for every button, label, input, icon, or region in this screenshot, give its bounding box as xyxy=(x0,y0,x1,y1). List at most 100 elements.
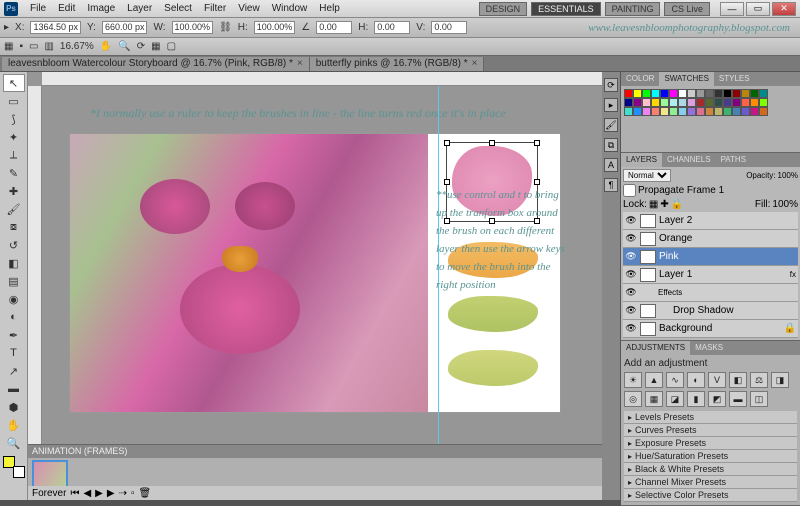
guides-icon[interactable]: ▥ xyxy=(44,41,53,52)
swatch[interactable] xyxy=(633,89,642,98)
swatch[interactable] xyxy=(669,98,678,107)
swatch[interactable] xyxy=(687,89,696,98)
exposure-icon[interactable]: ◐ xyxy=(687,372,705,388)
posterize-icon[interactable]: ▮ xyxy=(687,391,705,407)
tab1-close-icon[interactable]: × xyxy=(297,57,303,71)
swatch[interactable] xyxy=(732,89,741,98)
clone-panel-icon[interactable]: ⧉ xyxy=(604,138,618,152)
swatch[interactable] xyxy=(633,98,642,107)
preset-row[interactable]: Hue/Saturation Presets xyxy=(624,450,797,463)
lock-position-icon[interactable]: ✚ xyxy=(660,199,668,210)
layer-row[interactable]: 👁Background🔒 xyxy=(623,320,798,338)
swatch[interactable] xyxy=(759,98,768,107)
channels-tab[interactable]: CHANNELS xyxy=(662,153,716,167)
swatch[interactable] xyxy=(714,98,723,107)
colorbalance-icon[interactable]: ⚖ xyxy=(750,372,768,388)
crop-tool[interactable]: ⟂ xyxy=(3,146,25,164)
swatch[interactable] xyxy=(624,89,633,98)
next-frame-icon[interactable]: ▶ xyxy=(107,488,115,499)
heal-tool[interactable]: ✚ xyxy=(3,182,25,200)
gradient-tool[interactable]: ▤ xyxy=(3,272,25,290)
visibility-icon[interactable]: 👁 xyxy=(625,323,637,335)
swatch[interactable] xyxy=(660,98,669,107)
handle-ml[interactable] xyxy=(444,179,450,185)
paths-tab[interactable]: PATHS xyxy=(716,153,751,167)
swatch[interactable] xyxy=(732,107,741,116)
brightness-icon[interactable]: ☀ xyxy=(624,372,642,388)
screen-mode-icon[interactable]: ▢ xyxy=(167,41,176,52)
arrange-icon[interactable]: ▦ xyxy=(151,41,160,52)
layer-row[interactable]: 👁Orange xyxy=(623,230,798,248)
swatch[interactable] xyxy=(741,98,750,107)
vibrance-icon[interactable]: V xyxy=(708,372,726,388)
hskew-field[interactable]: 0.00 xyxy=(374,21,410,34)
ruler-vertical[interactable] xyxy=(28,86,42,500)
swatch[interactable] xyxy=(642,89,651,98)
paragraph-panel-icon[interactable]: ¶ xyxy=(604,178,618,192)
adjustments-tab[interactable]: ADJUSTMENTS xyxy=(621,341,690,355)
dodge-tool[interactable]: ◐ xyxy=(3,308,25,326)
swatch[interactable] xyxy=(678,107,687,116)
swatch[interactable] xyxy=(759,89,768,98)
selective-color-icon[interactable]: ◫ xyxy=(750,391,768,407)
visibility-icon[interactable]: 👁 xyxy=(625,269,637,281)
swatch[interactable] xyxy=(642,107,651,116)
fill-value[interactable]: 100% xyxy=(772,199,798,210)
shape-tool[interactable]: ▬ xyxy=(3,380,25,398)
workspace-design[interactable]: DESIGN xyxy=(479,2,528,16)
ruler-horizontal[interactable] xyxy=(42,72,602,86)
tween-icon[interactable]: ⇢ xyxy=(119,488,127,499)
preset-row[interactable]: Channel Mixer Presets xyxy=(624,476,797,489)
workspace-painting[interactable]: PAINTING xyxy=(605,2,661,16)
swatch[interactable] xyxy=(705,107,714,116)
channel-mixer-icon[interactable]: ▦ xyxy=(645,391,663,407)
3d-tool[interactable]: ⬢ xyxy=(3,398,25,416)
color-swatches[interactable] xyxy=(3,456,25,478)
bridge-icon[interactable]: ▦ xyxy=(4,41,13,52)
preset-row[interactable]: Black & White Presets xyxy=(624,463,797,476)
preset-row[interactable]: Selective Color Presets xyxy=(624,489,797,502)
eyedropper-tool[interactable]: ✎ xyxy=(3,164,25,182)
swatch[interactable] xyxy=(705,89,714,98)
minimize-button[interactable]: — xyxy=(720,2,744,16)
swatch[interactable] xyxy=(624,107,633,116)
swatch[interactable] xyxy=(651,89,660,98)
angle-field[interactable]: 0.00 xyxy=(316,21,352,34)
preset-row[interactable]: Levels Presets xyxy=(624,411,797,424)
play-icon[interactable]: ▶ xyxy=(95,488,103,499)
swatch[interactable] xyxy=(723,107,732,116)
layers-tab[interactable]: LAYERS xyxy=(621,153,662,167)
swatch[interactable] xyxy=(714,89,723,98)
wand-tool[interactable]: ✦ xyxy=(3,128,25,146)
layer-row[interactable]: 👁Layer 1fx xyxy=(623,266,798,284)
swatch[interactable] xyxy=(741,89,750,98)
stamp-tool[interactable]: ⧇ xyxy=(3,218,25,236)
menu-view[interactable]: View xyxy=(232,3,266,14)
swatch[interactable] xyxy=(696,89,705,98)
visibility-icon[interactable]: 👁 xyxy=(625,251,637,263)
cslive-button[interactable]: CS Live xyxy=(664,2,710,16)
menu-window[interactable]: Window xyxy=(266,3,314,14)
layer-row[interactable]: 👁Layer 2 xyxy=(623,212,798,230)
menu-image[interactable]: Image xyxy=(81,3,121,14)
brush-tool[interactable]: 🖌 xyxy=(3,200,25,218)
propagate-checkbox[interactable] xyxy=(623,184,636,197)
tab2-close-icon[interactable]: × xyxy=(472,57,478,71)
menu-edit[interactable]: Edit xyxy=(52,3,81,14)
rotate-icon[interactable]: ⟳ xyxy=(137,41,145,52)
type-tool[interactable]: T xyxy=(3,344,25,362)
zoom-tool[interactable]: 🔍 xyxy=(3,434,25,452)
photo-filter-icon[interactable]: ◎ xyxy=(624,391,642,407)
visibility-icon[interactable]: 👁 xyxy=(625,233,637,245)
eraser-tool[interactable]: ◧ xyxy=(3,254,25,272)
handle-tr[interactable] xyxy=(534,140,540,146)
threshold-icon[interactable]: ◩ xyxy=(708,391,726,407)
new-frame-icon[interactable]: ▫ xyxy=(131,488,135,499)
menu-select[interactable]: Select xyxy=(158,3,198,14)
levels-icon[interactable]: ▲ xyxy=(645,372,663,388)
swatch[interactable] xyxy=(696,98,705,107)
link-icon[interactable]: ⛓ xyxy=(219,22,232,33)
blend-mode-select[interactable]: Normal xyxy=(623,169,671,182)
workspace-essentials[interactable]: ESSENTIALS xyxy=(531,2,601,16)
document-tab-1[interactable]: leavesnbloom Watercolour Storyboard @ 16… xyxy=(2,57,310,71)
